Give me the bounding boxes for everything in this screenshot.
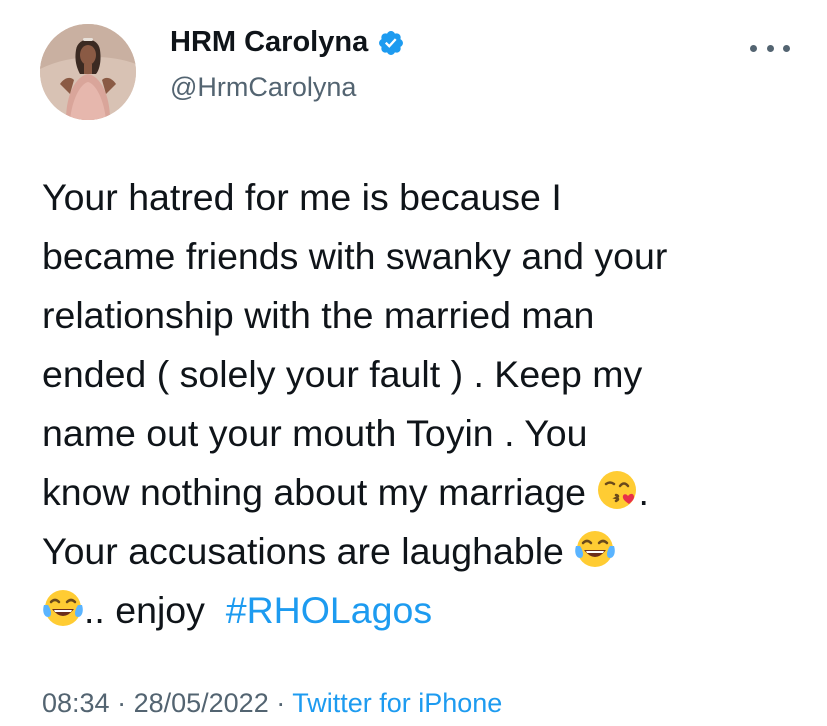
avatar[interactable] xyxy=(40,24,136,120)
more-options-icon[interactable] xyxy=(750,36,790,60)
tweet-line: ended ( solely your fault ) . Keep my xyxy=(42,353,643,395)
tweet-date[interactable]: 28/05/2022 xyxy=(134,688,269,718)
meta-separator: · xyxy=(268,688,293,718)
face-blowing-kiss-emoji xyxy=(596,469,638,511)
tweet-line: relationship with the married man xyxy=(42,294,595,336)
tweet-line-text: know nothing about my marriage xyxy=(42,471,597,513)
tweet-meta: 08:34 · 28/05/2022 · Twitter for iPhone xyxy=(42,688,502,719)
avatar-image xyxy=(40,24,136,120)
tweet-line: Your accusations are laughable xyxy=(42,522,822,581)
tweet-line: name out your mouth Toyin . You xyxy=(42,412,588,454)
author-display-name[interactable]: HRM Carolyna xyxy=(170,26,368,59)
tweet-text: Your hatred for me is because I became f… xyxy=(42,168,822,640)
tweet-line: know nothing about my marriage . xyxy=(42,463,822,522)
tweet-line: .. enjoy #RHOLagos xyxy=(42,581,822,640)
more-dot xyxy=(750,44,757,52)
tweet-line: became friends with swanky and your xyxy=(42,235,668,277)
meta-separator: · xyxy=(109,688,134,718)
tweet-line-text: .. enjoy xyxy=(84,589,226,631)
tweet-time[interactable]: 08:34 xyxy=(42,688,110,718)
tears-of-joy-emoji xyxy=(42,587,84,629)
hashtag-link[interactable]: #RHOLagos xyxy=(226,589,432,631)
author-handle[interactable]: @HrmCarolyna xyxy=(170,72,356,103)
tweet-source-link[interactable]: Twitter for iPhone xyxy=(292,688,502,718)
verified-badge-icon xyxy=(377,29,405,57)
author-display-name-row[interactable]: HRM Carolyna xyxy=(170,26,405,59)
more-dot xyxy=(766,44,774,52)
tweet-line: Your hatred for me is because I xyxy=(42,176,562,218)
tweet-line-text: . xyxy=(638,471,649,513)
more-dot xyxy=(783,44,790,52)
tears-of-joy-emoji xyxy=(574,528,616,570)
tweet-line-text: Your accusations are laughable xyxy=(42,530,575,572)
